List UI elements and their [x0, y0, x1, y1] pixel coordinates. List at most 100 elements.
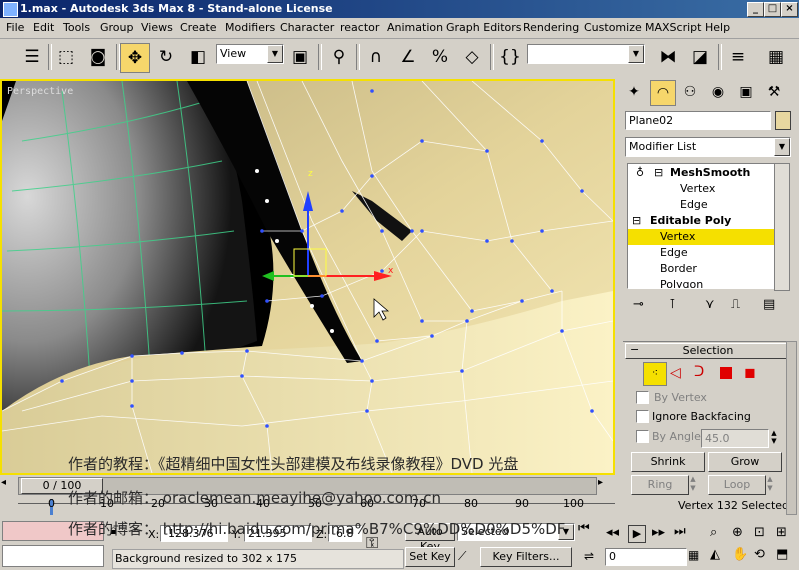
show-end-result-icon[interactable]: ⊺	[669, 297, 676, 312]
select-by-name-icon[interactable]: ☰	[18, 43, 46, 71]
menu-customize[interactable]: Customize	[584, 21, 642, 34]
stack-scrollbar[interactable]	[774, 163, 790, 291]
orbit-icon[interactable]: ⟲	[754, 547, 765, 562]
next-frame-icon[interactable]: ▸▸	[652, 525, 665, 540]
menu-reactor[interactable]: reactor	[340, 21, 379, 34]
select-manipulate-icon[interactable]: ⚲	[325, 43, 353, 71]
menu-rendering[interactable]: Rendering	[523, 21, 579, 34]
time-config-icon[interactable]: ▦	[688, 548, 699, 562]
select-rotate-icon[interactable]: ↻	[152, 43, 180, 71]
align-icon[interactable]: ◪	[686, 43, 714, 71]
rect-selection-icon[interactable]: ⬚	[52, 43, 80, 71]
command-panel-scrollbar[interactable]	[786, 341, 797, 515]
by-angle-spinner[interactable]: 45.0	[701, 429, 769, 448]
shrink-button[interactable]: Shrink	[631, 452, 705, 472]
configure-modifier-sets-icon[interactable]: ▤	[763, 297, 775, 312]
stack-item-editable-poly[interactable]: ⊟ Editable Poly	[628, 213, 774, 229]
stack-item-border[interactable]: Border	[628, 261, 774, 277]
menu-maxscript[interactable]: MAXScript	[645, 21, 701, 34]
stack-item-edge[interactable]: Edge	[628, 197, 774, 213]
arrow-left-icon[interactable]: ◂	[1, 477, 17, 493]
stack-item-meshsmooth[interactable]: ♁ ⊟ MeshSmooth	[628, 165, 774, 181]
menu-edit[interactable]: Edit	[33, 21, 54, 34]
pivot-center-icon[interactable]: ▣	[286, 43, 314, 71]
object-name-field[interactable]: Plane02	[625, 111, 771, 130]
by-angle-checkbox[interactable]	[636, 430, 649, 443]
zoom-extents-icon[interactable]: ⊡	[754, 525, 765, 540]
remove-modifier-icon[interactable]: ⎍	[731, 297, 740, 312]
go-to-end-icon[interactable]: ⏭	[674, 524, 686, 539]
viewport-label[interactable]: Perspective	[7, 86, 73, 97]
current-frame-field[interactable]: 0	[605, 548, 687, 566]
menu-file[interactable]: File	[6, 21, 24, 34]
loop-button[interactable]: Loop	[708, 475, 766, 495]
border-subobject-icon[interactable]: ᑐ	[694, 364, 704, 380]
close-button[interactable]: ×	[781, 2, 798, 17]
ring-spinner-icon[interactable]: ▲ ▼	[688, 475, 698, 493]
edge-subobject-icon[interactable]: ◁	[670, 365, 681, 381]
field-of-view-icon[interactable]: ◭	[710, 547, 720, 562]
polygon-subobject-icon[interactable]	[720, 367, 732, 379]
menu-help[interactable]: Help	[705, 21, 730, 34]
key-mode-toggle-icon[interactable]: ⇌	[584, 549, 594, 563]
zoom-extents-all-icon[interactable]: ⊞	[776, 525, 787, 540]
menu-views[interactable]: Views	[141, 21, 173, 34]
named-selection-dropdown[interactable]: ▼	[527, 44, 645, 64]
stack-item-vertex-selected[interactable]: Vertex	[628, 229, 774, 245]
curve-editor-icon[interactable]: ▦	[762, 43, 790, 71]
zoom-all-icon[interactable]: ⊕	[732, 525, 743, 540]
ignore-backfacing-checkbox[interactable]	[636, 410, 649, 423]
vertex-subobject-icon[interactable]: ⁖	[643, 362, 667, 386]
previous-frame-icon[interactable]: ◂◂	[606, 525, 619, 540]
loop-spinner-icon[interactable]: ▲ ▼	[765, 475, 775, 493]
utilities-tab-icon[interactable]: ⚒	[762, 80, 786, 104]
pan-icon[interactable]: ✋	[732, 547, 748, 562]
menu-create[interactable]: Create	[180, 21, 217, 34]
create-tab-icon[interactable]: ✦	[622, 80, 646, 104]
menu-tools[interactable]: Tools	[63, 21, 90, 34]
set-key-button[interactable]: Set Key	[405, 547, 455, 567]
percent-snap-icon[interactable]: %	[426, 43, 454, 71]
object-color-swatch[interactable]	[775, 111, 791, 130]
select-move-icon[interactable]: ✥	[120, 43, 150, 73]
play-icon[interactable]: ▶	[628, 525, 646, 543]
lightbulb-icon[interactable]: ♁	[636, 166, 644, 179]
menu-modifiers[interactable]: Modifiers	[225, 21, 275, 34]
arrow-right-icon[interactable]: ▸	[598, 477, 614, 493]
maximize-button[interactable]: □	[764, 2, 781, 17]
key-filters-button[interactable]: Key Filters...	[480, 547, 572, 567]
by-vertex-checkbox[interactable]	[636, 391, 649, 404]
layer-manager-icon[interactable]: ≡	[724, 43, 752, 71]
make-unique-icon[interactable]: ⋎	[705, 297, 715, 312]
ring-button[interactable]: Ring	[631, 475, 689, 495]
minimize-button[interactable]: _	[747, 2, 764, 17]
menu-group[interactable]: Group	[100, 21, 134, 34]
grow-button[interactable]: Grow	[708, 452, 782, 472]
modifier-list-dropdown[interactable]: Modifier List ▼	[625, 137, 791, 157]
select-scale-icon[interactable]: ◧	[184, 43, 212, 71]
motion-tab-icon[interactable]: ◉	[706, 80, 730, 104]
ref-coord-dropdown[interactable]: View ▼	[216, 44, 284, 64]
stack-item-edge[interactable]: Edge	[628, 245, 774, 261]
mirror-icon[interactable]: ⧓	[654, 43, 682, 71]
menu-character[interactable]: Character	[280, 21, 334, 34]
stack-item-polygon[interactable]: Polygon	[628, 277, 774, 288]
modify-tab-icon[interactable]: ◠	[650, 80, 676, 106]
modifier-stack[interactable]: ♁ ⊟ MeshSmooth Vertex Edge ⊟ Editable Po…	[627, 163, 775, 289]
hierarchy-tab-icon[interactable]: ⚇	[678, 80, 702, 104]
pin-stack-icon[interactable]: ⊸	[633, 297, 644, 312]
maxscript-mini-listener[interactable]	[2, 545, 104, 567]
edit-named-selections-icon[interactable]: {}	[496, 43, 524, 71]
menu-graph-editors[interactable]: Graph Editors	[446, 21, 522, 34]
snap-toggle-icon[interactable]: ∩	[362, 43, 390, 71]
spinner-snap-icon[interactable]: ◇	[458, 43, 486, 71]
perspective-viewport[interactable]: z x Perspective	[0, 79, 615, 475]
stack-item-vertex[interactable]: Vertex	[628, 181, 774, 197]
selection-rollout-header[interactable]: − Selection	[625, 343, 791, 359]
maximize-viewport-icon[interactable]: ⬒	[776, 547, 788, 562]
element-subobject-icon[interactable]: ◼	[744, 365, 756, 381]
zoom-icon[interactable]: ⌕	[710, 525, 717, 540]
spinner-arrows-icon[interactable]: ▲ ▼	[769, 429, 779, 446]
window-crossing-icon[interactable]: ◙	[84, 43, 112, 71]
key-tangent-icon[interactable]: ⟋	[458, 549, 466, 564]
